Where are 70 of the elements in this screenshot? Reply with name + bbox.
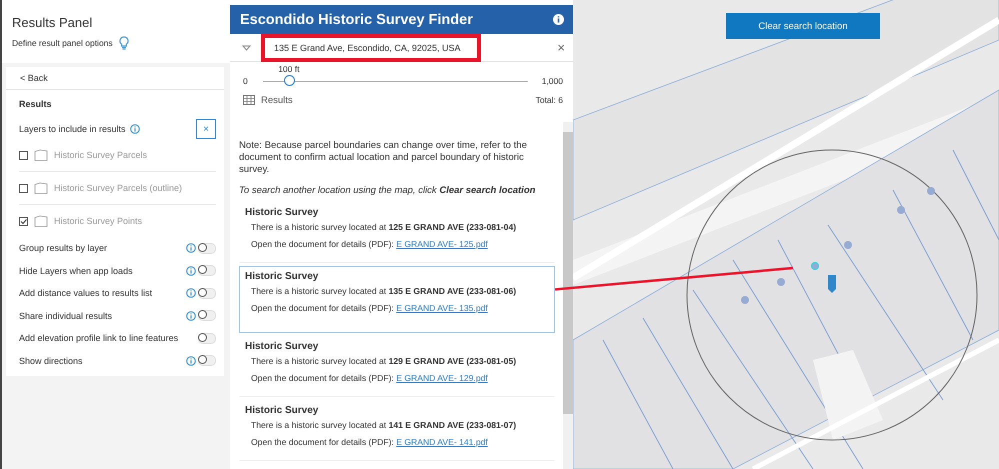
result-title: Historic Survey [245,405,320,416]
lightbulb-icon[interactable] [118,36,129,50]
hint-text: To search another location using the map, click Clear search location [239,185,536,196]
option-label: Hide Layers when app loads [19,266,133,276]
pdf-link[interactable]: E GRAND AVE- 129.pdf [396,373,488,383]
checkbox[interactable] [19,216,28,226]
scrollbar[interactable] [563,122,573,469]
close-icon[interactable]: × [557,40,565,55]
pdf-link[interactable]: E GRAND AVE- 141.pdf [396,437,488,447]
option-label: Show directions [19,356,83,366]
info-icon[interactable] [186,243,196,254]
layers-label: Layers to include in results [19,124,126,134]
table-icon [243,95,255,105]
layer-name: Historic Survey Parcels (outline) [54,183,182,193]
toggle-switch[interactable] [198,288,216,299]
result-text: There is a historic survey located at 125 E GRAND AVE (233-081-04) [251,222,518,232]
option-label: Add distance values to results list [19,288,152,298]
result-text: There is a historic survey located at 135 E GRAND AVE (233-081-06) [251,286,518,296]
result-card[interactable]: Historic Survey There is a historic survey located at 141 E GRAND AVE (233-081-07) Open the document for details (PDF): E GRAND AVE- 141.pdf [239,400,555,461]
layer-icon [34,215,48,227]
result-card[interactable]: Historic Survey There is a historic survey located at 129 E GRAND AVE (233-081-05) Open the document for details (PDF): E GRAND AVE- 129.pdf [239,336,555,397]
option-label: Share individual results [19,310,112,321]
panel-title: Results Panel [12,15,94,30]
toggle-switch[interactable] [198,242,216,254]
clear-search-location-button[interactable]: Clear search location [726,13,880,39]
option-label: Add elevation profile link to line features [19,333,178,344]
result-title: Historic Survey [245,271,320,282]
option-label: Group results by layer [19,243,108,254]
toggle-switch[interactable] [198,355,216,366]
info-icon[interactable] [186,310,196,321]
result-link-text: Open the document for details (PDF): E GRAND AVE- 135.pdf [251,303,489,313]
slider-thumb[interactable] [284,75,296,86]
results-label: Results [261,94,293,106]
panel-subtitle: Define result panel options [12,38,113,48]
layer-icon [34,182,48,194]
app-title: Escondido Historic Survey Finder [240,12,473,28]
slider-min: 0 [243,76,249,86]
toggle-switch[interactable] [198,265,216,276]
info-icon[interactable] [553,14,564,25]
result-title: Historic Survey [245,207,320,218]
result-link-text: Open the document for details (PDF): E GRAND AVE- 125.pdf [251,239,489,249]
checkbox[interactable] [19,150,28,160]
layer-icon [34,149,48,161]
checkbox[interactable] [19,184,28,192]
pdf-link[interactable]: E GRAND AVE- 125.pdf [396,239,488,249]
caret-icon[interactable] [242,44,251,50]
clear-button[interactable]: × [196,119,216,139]
layer-name: Historic Survey Points [54,216,142,226]
result-link-text: Open the document for details (PDF): E GRAND AVE- 129.pdf [251,373,489,383]
result-text: There is a historic survey located at 129 E GRAND AVE (233-081-05) [251,356,518,366]
layer-name: Historic Survey Parcels [54,150,148,160]
results-total: Total: 6 [536,95,563,105]
pdf-link[interactable]: E GRAND AVE- 135.pdf [396,303,488,313]
result-card[interactable]: Historic Survey There is a historic survey located at 125 E GRAND AVE (233-081-04) Open the document for details (PDF): E GRAND AVE- 125.pdf [239,202,555,263]
toggle-switch[interactable] [198,310,216,322]
info-icon[interactable] [130,124,140,134]
result-card[interactable]: Historic Survey There is a historic survey located at 135 E GRAND AVE (233-081-06) Open the document for details (PDF): E GRAND AVE- 135.pdf [239,266,555,333]
toggle-switch[interactable] [198,332,216,344]
section-title: Results [19,98,53,111]
info-icon[interactable] [186,288,196,298]
search-field[interactable]: 135 E Grand Ave, Escondido, CA, 92025, USA [261,34,482,62]
note-text: Note: Because parcel boundaries can change over time, refer to the document to confirm actual location and parcel boundary of historic survey. [239,140,528,176]
result-link-text: Open the document for details (PDF): E GRAND AVE- 141.pdf [251,437,489,447]
info-icon[interactable] [186,266,196,276]
result-text: There is a historic survey located at 141 E GRAND AVE (233-081-07) [251,420,518,430]
info-icon[interactable] [186,356,196,366]
slider-reading: 100 ft [278,64,300,74]
result-title: Historic Survey [245,341,320,352]
slider-max: 1,000 [542,76,563,86]
back-link[interactable]: < Back [6,67,224,90]
